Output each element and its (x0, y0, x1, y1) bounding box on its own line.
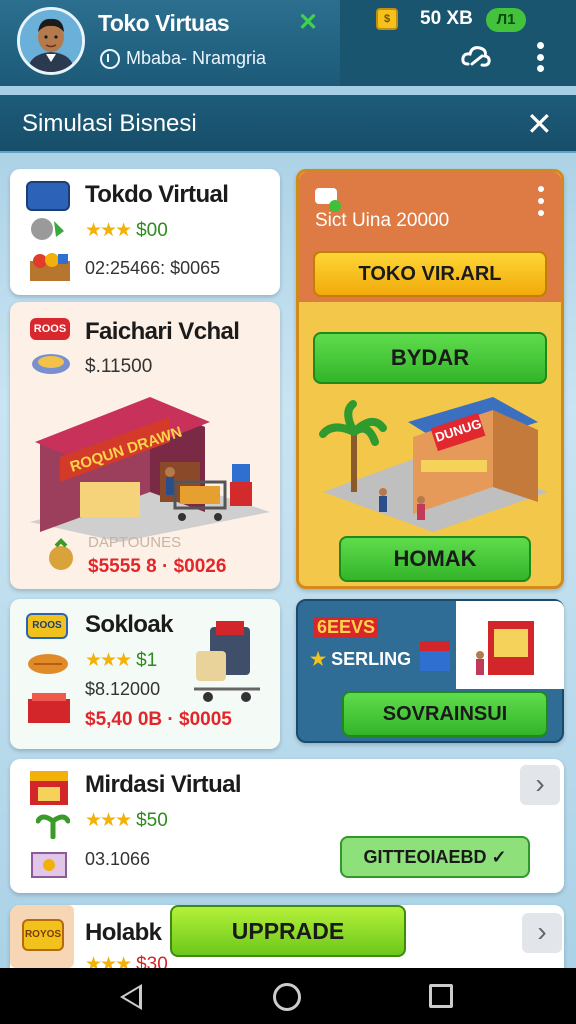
bydar-button[interactable]: BYDAR (313, 332, 547, 384)
profile-avatar[interactable] (17, 7, 85, 75)
gitteoiaebd-button[interactable]: GITTEOIAEBD ✓ (340, 836, 530, 878)
location-label: Mbaba- Nramgria (126, 48, 267, 68)
business-card-toko-virarl[interactable]: Sict Uina 20000 TOKO VIR.ARL BYDAR DUNUG… (296, 169, 564, 589)
stars-glyphs: ★★★ (85, 810, 132, 831)
store-label-icon: ROYOS (22, 919, 64, 951)
app-title: Toko Virtuas (98, 10, 230, 36)
business-card-serling[interactable]: 6EEVS ★ SERLING SOVRAINSUI (296, 599, 564, 743)
business-card-mirdasi[interactable]: Mirdasi Virtual ★★★ $50 03.1066 › GITTEOI… (10, 759, 564, 893)
card-header-text: Sict Uina 20000 (315, 210, 450, 231)
balance-value: 50 XB (420, 8, 473, 29)
red-crate-icon (26, 691, 72, 725)
price-label: $00 (136, 220, 168, 241)
chat-bubble-icon (313, 186, 343, 212)
red-price-range: $5,40 0B · $0005 (85, 709, 232, 730)
back-icon[interactable] (120, 984, 142, 1010)
price-label: $1 (136, 650, 158, 671)
sovrainsui-button[interactable]: SOVRAINSUI (342, 691, 548, 737)
serling-label: ★ SERLING (310, 649, 411, 670)
toko-virarl-button[interactable]: TOKO VIR.ARL (313, 251, 547, 297)
price-label: $50 (136, 810, 168, 831)
red-price-range: $5555 8 · $0026 (88, 556, 227, 577)
homak-button[interactable]: HOMAK (339, 536, 531, 582)
luggage-cart-icon (194, 621, 260, 702)
rating-stars: ★★★ $30 (85, 953, 168, 968)
supermarket-illustration-icon: ROQUN DRAWN (30, 397, 270, 542)
meta-text: 03.1066 (85, 849, 151, 869)
card-more-icon[interactable] (537, 186, 545, 216)
stars-glyphs: ★★★ (85, 220, 132, 241)
section-close-icon[interactable]: ✕ (526, 105, 553, 143)
meta-text: $8.12000 (85, 679, 161, 699)
rating-stars: ★★★ $50 (85, 809, 168, 832)
package-icon (28, 845, 72, 881)
rating-stars: ★★★ $00 (85, 219, 168, 242)
produce-crate-icon (28, 251, 72, 283)
card-title: Tokdo Virtual (85, 181, 229, 208)
store-label-icon: ROOS (30, 318, 70, 340)
level-badge: Л1 (486, 8, 526, 32)
avatar-portrait-icon (20, 10, 82, 72)
location-row: Mbaba- Nramgria (100, 48, 266, 69)
serling-text: SERLING (331, 649, 412, 669)
stars-glyphs: ★★★ (85, 650, 132, 671)
bread-icon (26, 649, 70, 679)
storefront-illustration-icon: DUNUG (319, 397, 548, 532)
shop-sign-icon (26, 181, 70, 211)
section-header: Simulasi Bisnesi ✕ (0, 95, 576, 153)
home-icon[interactable] (273, 983, 301, 1011)
promo-label: 6EEVS (314, 617, 379, 638)
star-icon: ★ (310, 649, 327, 669)
card-title: Sokloak (85, 611, 173, 638)
vending-stall-icon (476, 621, 534, 675)
fruit-icon (46, 538, 76, 572)
business-card-faichari[interactable]: ROOS Faichari Vchal $.11500 ROQUN DRAWN … (10, 302, 280, 589)
storefront-mini-icon (28, 769, 70, 807)
share-icon[interactable] (460, 42, 492, 70)
card-title: Holabk (85, 919, 162, 946)
system-nav-bar (0, 968, 576, 1024)
gift-box-icon (420, 641, 450, 671)
meta-text: 02:25466: $0065 (85, 258, 221, 278)
location-ring-icon (100, 48, 120, 69)
chevron-right-icon[interactable]: › (520, 765, 560, 805)
chevron-right-icon[interactable]: › (522, 913, 562, 953)
upgrade-button[interactable]: UPPRADE (170, 905, 406, 957)
business-card-sokloak[interactable]: ROOS Sokloak ★★★ $1 $8.12000 $5,40 0B · $… (10, 599, 280, 749)
close-icon[interactable]: ✕ (298, 8, 318, 37)
rating-stars: ★★★ $1 (85, 649, 157, 672)
coin-icon: $ (376, 8, 398, 30)
card-title: Mirdasi Virtual (85, 771, 242, 798)
more-options-icon[interactable] (532, 42, 548, 72)
stars-glyphs: ★★★ (85, 954, 132, 968)
store-label-icon: ROOS (26, 613, 68, 639)
business-card-tokdo[interactable]: Tokdo Virtual ★★★ $00 02:25466: $0065 (10, 169, 280, 295)
recent-apps-icon[interactable] (429, 984, 453, 1008)
plant-icon (35, 811, 71, 840)
section-title: Simulasi Bisnesi (22, 110, 197, 137)
faded-label: DAPTOUNES (88, 534, 182, 551)
price-label: $30 (136, 954, 168, 968)
card-title: Faichari Vchal (85, 318, 240, 345)
coin-bag-icon (28, 215, 68, 241)
